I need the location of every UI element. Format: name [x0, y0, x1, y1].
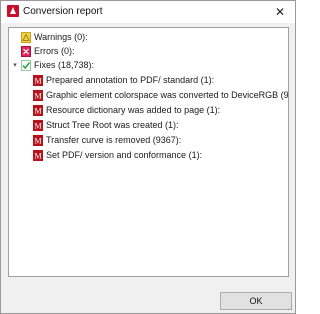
tree-node-fix[interactable]: M Set PDF/ version and conformance (1): — [33, 149, 202, 162]
report-tree[interactable]: Warnings (0): Errors (0): ▾ Fixes (18,73… — [8, 27, 289, 277]
tree-node-label: Transfer curve is removed (9367): — [46, 135, 182, 145]
svg-text:M: M — [34, 152, 41, 161]
tree-node-fix[interactable]: M Transfer curve is removed (9367): — [33, 134, 181, 147]
tree-node-label: Warnings (0): — [34, 32, 88, 42]
tree-node-label: Fixes (18,738): — [34, 60, 95, 70]
tree-node-label: Struct Tree Root was created (1): — [46, 120, 179, 130]
check-icon — [21, 60, 31, 71]
svg-text:M: M — [34, 122, 41, 131]
fix-icon: M — [33, 105, 43, 116]
close-button[interactable]: ✕ — [265, 1, 295, 23]
svg-text:M: M — [34, 77, 41, 86]
conversion-report-dialog: Conversion report ✕ Warnings (0): Errors… — [0, 0, 296, 314]
error-icon — [21, 46, 31, 57]
tree-node-fix[interactable]: M Resource dictionary was added to page … — [33, 104, 220, 117]
window-title: Conversion report — [23, 6, 103, 17]
tree-node-label: Errors (0): — [34, 46, 75, 56]
resize-grip-icon[interactable] — [285, 303, 293, 311]
warning-icon — [21, 32, 31, 43]
svg-text:M: M — [34, 92, 41, 101]
fix-icon: M — [33, 75, 43, 86]
tree-node-label: Prepared annotation to PDF/ standard (1)… — [46, 75, 215, 85]
fix-icon: M — [33, 150, 43, 161]
title-bar: Conversion report ✕ — [1, 1, 295, 23]
expand-fixes-toggle[interactable]: ▾ — [11, 59, 19, 72]
tree-node-label: Set PDF/ version and conformance (1): — [46, 150, 203, 160]
tree-node-fixes[interactable]: Fixes (18,738): — [21, 59, 94, 72]
fix-icon: M — [33, 135, 43, 146]
tree-node-label: Graphic element colorspace was converted… — [46, 90, 289, 100]
tree-node-fix[interactable]: M Prepared annotation to PDF/ standard (… — [33, 74, 214, 87]
svg-text:M: M — [34, 107, 41, 116]
fix-icon: M — [33, 120, 43, 131]
tree-node-label: Resource dictionary was added to page (1… — [46, 105, 221, 115]
tree-node-fix[interactable]: M Struct Tree Root was created (1): — [33, 119, 179, 132]
fix-icon: M — [33, 90, 43, 101]
ok-button[interactable]: OK — [220, 292, 292, 310]
tree-node-warnings[interactable]: Warnings (0): — [21, 31, 88, 44]
pdf-app-icon — [7, 5, 19, 17]
tree-node-fix[interactable]: M Graphic element colorspace was convert… — [33, 89, 289, 102]
tree-node-errors[interactable]: Errors (0): — [21, 45, 75, 58]
close-icon: ✕ — [274, 5, 286, 19]
svg-text:M: M — [34, 137, 41, 146]
